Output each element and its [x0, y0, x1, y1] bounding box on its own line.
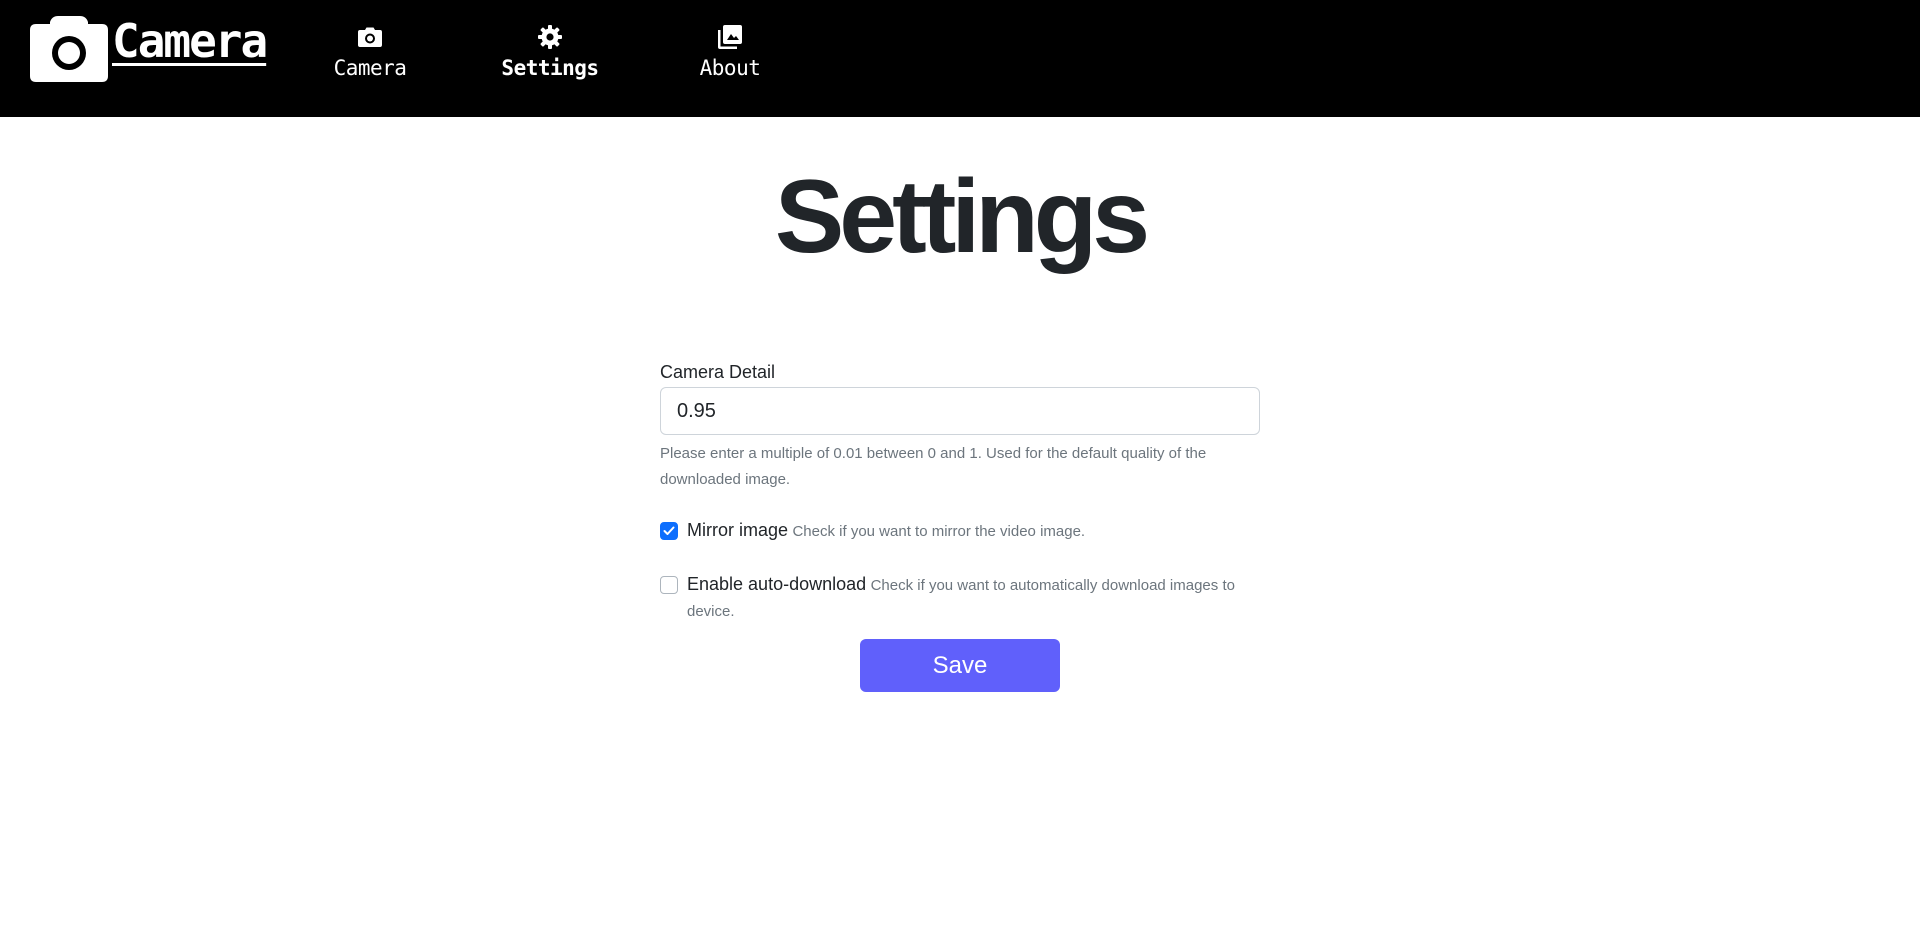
photo-library-icon [717, 24, 743, 50]
gear-icon [537, 24, 563, 50]
nav-item-settings[interactable]: Settings [480, 24, 620, 80]
mirror-image-help: Check if you want to mirror the video im… [792, 523, 1086, 540]
camera-detail-input[interactable] [660, 387, 1260, 435]
mirror-image-label[interactable]: Mirror image [687, 520, 788, 540]
top-nav-bar: Camera Camera Settings About [0, 0, 1920, 117]
brand-title: Camera [112, 14, 268, 68]
save-button[interactable]: Save [860, 639, 1060, 692]
brand-link[interactable]: Camera [30, 14, 268, 82]
camera-detail-help: Please enter a multiple of 0.01 between … [660, 445, 1207, 488]
auto-download-checkbox[interactable] [660, 576, 678, 594]
nav-item-camera[interactable]: Camera [300, 24, 440, 80]
nav-label-camera: Camera [333, 56, 407, 80]
mirror-image-checkbox[interactable] [660, 522, 678, 540]
nav-label-settings: Settings [501, 56, 599, 80]
auto-download-row: Enable auto-download Check if you want t… [660, 571, 1260, 625]
camera-icon [30, 14, 108, 82]
auto-download-label[interactable]: Enable auto-download [687, 574, 866, 594]
camera-detail-label: Camera Detail [660, 362, 776, 382]
settings-form: Camera Detail Please enter a multiple of… [660, 362, 1260, 625]
check-icon [663, 526, 675, 535]
page-title: Settings [774, 159, 1150, 275]
camera-icon [357, 24, 383, 50]
nav-label-about: About [699, 56, 761, 80]
mirror-image-row: Mirror image Check if you want to mirror… [660, 517, 1260, 545]
nav-item-about[interactable]: About [660, 24, 800, 80]
